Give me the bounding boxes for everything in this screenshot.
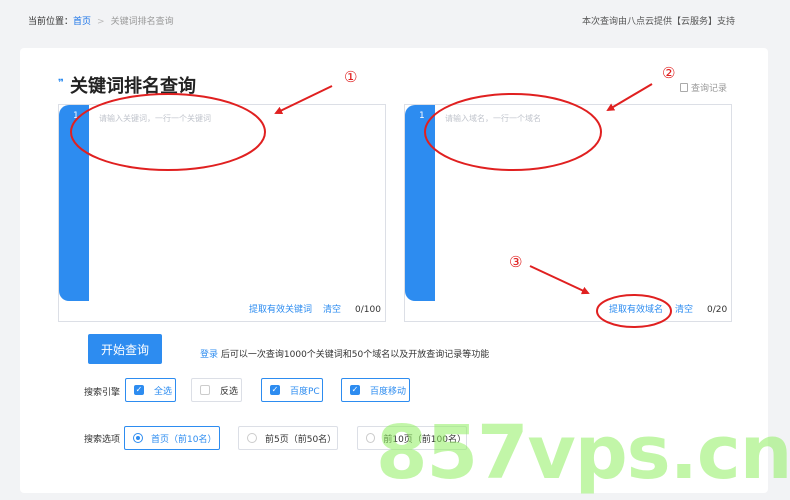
clear-domains-link[interactable]: 清空 bbox=[675, 302, 693, 315]
login-tip-text: 后可以一次查询1000个关键词和50个域名以及开放查询记录等功能 bbox=[220, 350, 490, 360]
keywords-input[interactable]: 请输入关键词，一行一个关键词 bbox=[99, 113, 211, 124]
engine-option-invert[interactable]: 反选 bbox=[191, 378, 242, 402]
radio-icon bbox=[366, 433, 376, 443]
domains-line-gutter: 1 bbox=[405, 105, 435, 301]
support-text: 本次查询由八点云提供【云服务】支持 bbox=[581, 17, 735, 27]
keywords-line-number: 1 bbox=[73, 111, 79, 121]
range-option-label: 前5页（前50名） bbox=[265, 434, 337, 445]
engine-option-label: 全选 bbox=[154, 386, 173, 397]
clear-keywords-link[interactable]: 清空 bbox=[323, 302, 341, 315]
page-title: 关键词排名查询 bbox=[56, 72, 196, 98]
domains-editor: 1 请输入域名，一行一个域名 提取有效域名 清空 0/20 bbox=[404, 104, 732, 322]
range-option-top50[interactable]: 前5页（前50名） bbox=[238, 426, 338, 450]
login-tip: 登录 后可以一次查询1000个关键词和50个域名以及开放查询记录等功能 bbox=[200, 347, 489, 360]
search-option-label: 搜索选项 bbox=[84, 435, 121, 445]
history-link[interactable]: 查询记录 bbox=[680, 81, 727, 94]
engine-option-select-all[interactable]: ✓ 全选 bbox=[125, 378, 176, 402]
domains-count: 0/20 bbox=[707, 305, 728, 315]
watermark: 857vps.cn bbox=[376, 410, 790, 496]
check-icon: ✓ bbox=[134, 385, 144, 395]
keywords-count: 0/100 bbox=[355, 305, 381, 315]
radio-selected-icon bbox=[133, 433, 143, 443]
engine-option-label: 反选 bbox=[220, 386, 239, 397]
engine-option-label: 百度PC bbox=[290, 386, 320, 397]
page-title-text: 关键词排名查询 bbox=[70, 76, 196, 97]
domains-input[interactable]: 请输入域名，一行一个域名 bbox=[445, 113, 541, 124]
keywords-editor: 1 请输入关键词，一行一个关键词 提取有效关键词 清空 0/100 bbox=[58, 104, 386, 322]
engine-option-baidu-pc[interactable]: ✓ 百度PC bbox=[261, 378, 323, 402]
range-option-top10[interactable]: 首页（前10名） bbox=[124, 426, 220, 450]
keywords-line-gutter: 1 bbox=[59, 105, 89, 301]
check-icon: ✓ bbox=[350, 385, 360, 395]
checkbox-icon bbox=[200, 385, 210, 395]
breadcrumb-separator: > bbox=[97, 17, 105, 27]
login-link[interactable]: 登录 bbox=[200, 350, 218, 360]
top-bar: 当前位置：首页 > 关键词排名查询 本次查询由八点云提供【云服务】支持 bbox=[0, 0, 790, 40]
start-query-button[interactable]: 开始查询 bbox=[88, 334, 162, 364]
extract-domains-link[interactable]: 提取有效域名 bbox=[609, 302, 663, 315]
engine-option-label: 百度移动 bbox=[370, 386, 407, 397]
breadcrumb: 当前位置：首页 > 关键词排名查询 bbox=[28, 14, 174, 27]
range-option-label: 首页（前10名） bbox=[151, 434, 217, 445]
search-engine-label: 搜索引擎 bbox=[84, 388, 121, 398]
history-icon bbox=[680, 83, 688, 92]
history-label: 查询记录 bbox=[691, 84, 728, 94]
check-icon: ✓ bbox=[270, 385, 280, 395]
breadcrumb-home-link[interactable]: 首页 bbox=[73, 17, 91, 27]
breadcrumb-prefix: 当前位置： bbox=[28, 17, 74, 27]
extract-keywords-link[interactable]: 提取有效关键词 bbox=[249, 302, 312, 315]
domains-line-number: 1 bbox=[419, 111, 425, 121]
engine-option-baidu-mobile[interactable]: ✓ 百度移动 bbox=[341, 378, 410, 402]
breadcrumb-current: 关键词排名查询 bbox=[110, 17, 174, 27]
radio-icon bbox=[247, 433, 257, 443]
